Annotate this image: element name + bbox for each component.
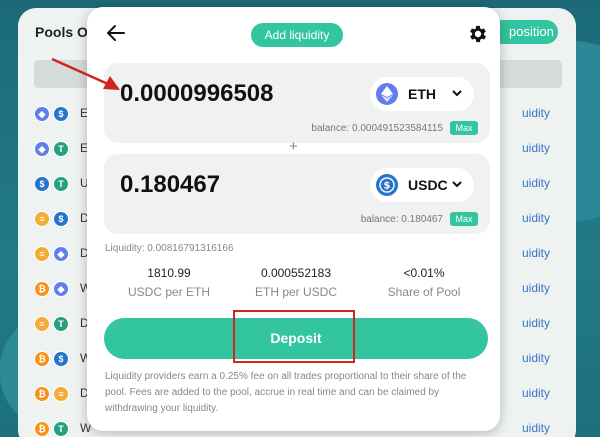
pool-token-icons: ₿ T [34,421,72,437]
btc-icon: ₿ [34,386,50,402]
token-a-max-button[interactable]: Max [450,121,478,135]
add-liquidity-link[interactable]: uidity [522,106,550,120]
eth-icon: ◆ [53,246,69,262]
add-liquidity-link[interactable]: uidity [522,141,550,155]
add-liquidity-modal: Add liquidity 0.0000996508 ETH balance: … [87,7,500,431]
back-arrow-icon[interactable] [104,21,128,45]
dai-icon: ≡ [53,386,69,402]
gear-icon[interactable] [467,23,489,45]
token-b-card: 0.180467 $ USDC balance: 0.180467 Max [104,154,490,234]
add-liquidity-link[interactable]: uidity [522,281,550,295]
usdc-icon: $ [376,174,398,196]
pool-token-icons: ≡ $ [34,211,72,227]
token-b-balance: balance: 0.180467 [360,214,443,225]
plus-sign: + [289,138,298,155]
token-b-select[interactable]: $ USDC [370,168,474,202]
pool-token-icons: ≡ T [34,316,72,332]
usdt-icon: T [53,176,69,192]
usdt-icon: T [53,316,69,332]
add-liquidity-link[interactable]: uidity [522,421,550,435]
stat-eth-per-usdc: 0.000552183 ETH per USDC [236,266,356,299]
stat-label: Share of Pool [387,285,461,299]
stat-share-of-pool: <0.01% Share of Pool [364,266,484,299]
add-liquidity-link[interactable]: uidity [522,316,550,330]
eth-icon: ◆ [53,281,69,297]
dai-icon: ≡ [34,246,50,262]
token-b-max-button[interactable]: Max [450,212,478,226]
svg-text:$: $ [384,181,391,192]
pool-token-icons: $ T [34,176,72,192]
dai-icon: ≡ [34,211,50,227]
token-a-select[interactable]: ETH [370,77,474,111]
pool-token-icons: ₿ ◆ [34,281,72,297]
pool-token-icons: ₿ $ [34,351,72,367]
eth-icon: ◆ [34,141,50,157]
usdc-icon: $ [53,211,69,227]
liquidity-value: Liquidity: 0.00816791316166 [105,243,234,254]
stat-label: USDC per ETH [127,285,210,299]
stat-value: 0.000552183 [260,266,332,280]
add-liquidity-link[interactable]: uidity [522,351,550,365]
usdt-icon: T [53,421,69,437]
chevron-down-icon [452,181,462,188]
stat-usdc-per-eth: 1810.99 USDC per ETH [109,266,229,299]
usdc-icon: $ [53,106,69,122]
deposit-highlight-box [233,310,355,363]
usdc-icon: $ [53,351,69,367]
pool-token-icons: ₿ ≡ [34,386,72,402]
btc-icon: ₿ [34,281,50,297]
stat-label: ETH per USDC [254,285,337,299]
token-b-symbol: USDC [408,177,448,193]
token-a-card: 0.0000996508 ETH balance: 0.000491523584… [104,63,490,143]
new-position-button[interactable]: position [498,20,558,44]
pool-token-icons: ◆ T [34,141,72,157]
token-a-symbol: ETH [408,86,436,102]
fee-note: Liquidity providers earn a 0.25% fee on … [105,371,467,414]
add-liquidity-link[interactable]: uidity [522,176,550,190]
add-liquidity-link[interactable]: uidity [522,211,550,225]
token-a-amount-input[interactable]: 0.0000996508 [120,80,360,108]
dai-icon: ≡ [34,316,50,332]
eth-icon [376,83,398,105]
stat-value: 1810.99 [147,266,191,280]
usdt-icon: T [53,141,69,157]
btc-icon: ₿ [34,421,50,437]
pool-token-icons: ◆ $ [34,106,72,122]
btc-icon: ₿ [34,351,50,367]
usdc-icon: $ [34,176,50,192]
eth-icon: ◆ [34,106,50,122]
add-liquidity-link[interactable]: uidity [522,246,550,260]
token-a-balance: balance: 0.000491523584115 [311,123,443,134]
stat-value: <0.01% [403,266,445,280]
pools-title: Pools O [35,24,88,40]
token-b-amount-input[interactable]: 0.180467 [120,171,360,199]
chevron-down-icon [452,90,462,97]
modal-title: Add liquidity [251,23,343,47]
pool-token-icons: ≡ ◆ [34,246,72,262]
add-liquidity-link[interactable]: uidity [522,386,550,400]
